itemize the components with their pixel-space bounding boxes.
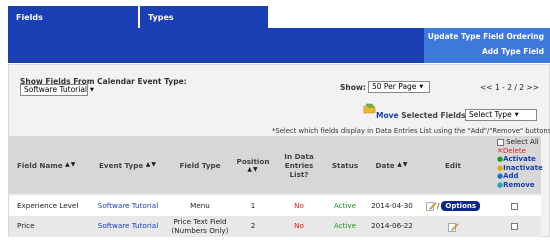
col-field-type-label: Field Type [179, 160, 221, 170]
table-row: Experience Level Software Tutorial Menu … [9, 196, 541, 216]
move-folder-icon [363, 103, 376, 114]
col-status-label: Status [331, 160, 359, 170]
date-cell: 2014-06-22 [371, 221, 413, 231]
in-list-toggle[interactable]: No [273, 196, 325, 216]
move-type-select[interactable]: Select Type ▼ [465, 109, 537, 121]
select-cell [487, 216, 541, 237]
row-checkbox[interactable] [510, 202, 518, 210]
sort-arrows-icon[interactable]: ▲▼ [146, 161, 157, 169]
move-type-select-value: Select Type [469, 110, 512, 119]
update-ordering-link[interactable]: Update Type Field Ordering [428, 32, 544, 41]
delete-action[interactable]: Delete [503, 147, 526, 155]
sort-arrows-icon[interactable]: ▲▼ [65, 161, 76, 169]
edit-icon[interactable] [447, 222, 459, 232]
col-in-list-label: In Data Entries List? [284, 151, 314, 179]
col-position[interactable]: Position ▲▼ [233, 136, 273, 194]
col-edit-label: Edit [445, 160, 461, 170]
col-field-name-label: Field Name [17, 160, 63, 170]
field-type-cell: Price Text Field (Numbers Only) [171, 217, 229, 235]
field-type-cell: Menu [190, 200, 210, 210]
remove-action[interactable]: Remove [503, 181, 535, 189]
status-cell: Active [333, 221, 357, 231]
col-field-name[interactable]: Field Name ▲▼ [9, 136, 89, 194]
sort-arrows-icon[interactable]: ▲▼ [247, 166, 258, 174]
event-type-select-value: Software Tutorial [24, 85, 88, 94]
add-type-field-link[interactable]: Add Type Field [482, 47, 544, 56]
event-type-link[interactable]: Software Tutorial [89, 216, 167, 237]
select-all-checkbox[interactable] [497, 138, 504, 146]
col-in-list: In Data Entries List? [273, 136, 325, 194]
move-label-strong: Move [376, 111, 399, 120]
row-checkbox[interactable] [510, 223, 518, 230]
in-list-toggle[interactable]: No [273, 216, 325, 237]
pager[interactable]: << 1 - 2 / 2 >> [480, 83, 539, 92]
field-name-cell: Price [17, 221, 35, 231]
date-cell: 2014-04-30 [371, 200, 413, 210]
header-banner: Update Type Field Ordering Add Type Fiel… [8, 28, 550, 63]
per-page-select[interactable]: 50 Per Page ▼ [368, 81, 430, 93]
edit-cell: / Options [419, 196, 487, 216]
col-date-label: Date [375, 160, 395, 170]
col-field-type: Field Type [167, 136, 233, 194]
edit-icon[interactable] [426, 201, 437, 211]
chevron-down-icon: ▼ [419, 84, 424, 90]
tab-bar: Fields Types [8, 6, 268, 28]
position-cell: 1 [250, 200, 256, 210]
table-header: Field Name ▲▼ Event Type ▲▼ Field Type P… [9, 136, 541, 194]
banner-actions: Update Type Field Ordering Add Type Fiel… [424, 28, 550, 63]
edit-separator: / [436, 200, 440, 210]
col-status: Status [325, 136, 365, 194]
options-button[interactable]: Options [441, 200, 481, 212]
per-page-select-value: 50 Per Page [372, 82, 417, 91]
select-cell [487, 196, 541, 216]
position-cell: 2 [250, 221, 256, 231]
edit-cell [419, 216, 487, 237]
table-row: Price Software Tutorial Price Text Field… [9, 216, 541, 237]
per-page-label: Show: [340, 83, 366, 92]
event-type-link[interactable]: Software Tutorial [89, 196, 167, 216]
add-action[interactable]: Add [503, 172, 518, 180]
status-cell: Active [333, 200, 357, 210]
chevron-down-icon: ▼ [514, 112, 519, 118]
instructions-text: *Select which fields display in Data Ent… [272, 127, 550, 135]
col-date[interactable]: Date ▲▼ [365, 136, 419, 194]
event-type-select[interactable]: Software Tutorial ▼ [20, 84, 94, 96]
col-event-type[interactable]: Event Type ▲▼ [89, 136, 167, 194]
sort-arrows-icon[interactable]: ▲▼ [397, 161, 408, 169]
tab-fields[interactable]: Fields [8, 6, 140, 28]
col-event-type-label: Event Type [98, 160, 144, 170]
col-edit: Edit [419, 136, 487, 194]
inactivate-action[interactable]: Inactivate [503, 164, 543, 172]
activate-action[interactable]: Activate [503, 155, 536, 163]
bulk-actions: Select All ✕Delete ●Activate ●Inactivate… [497, 138, 543, 189]
select-all-label: Select All [506, 138, 539, 146]
col-position-label: Position [236, 156, 270, 166]
tab-types[interactable]: Types [140, 6, 268, 28]
chevron-down-icon: ▼ [90, 87, 94, 93]
field-name-cell: Experience Level [17, 200, 79, 210]
